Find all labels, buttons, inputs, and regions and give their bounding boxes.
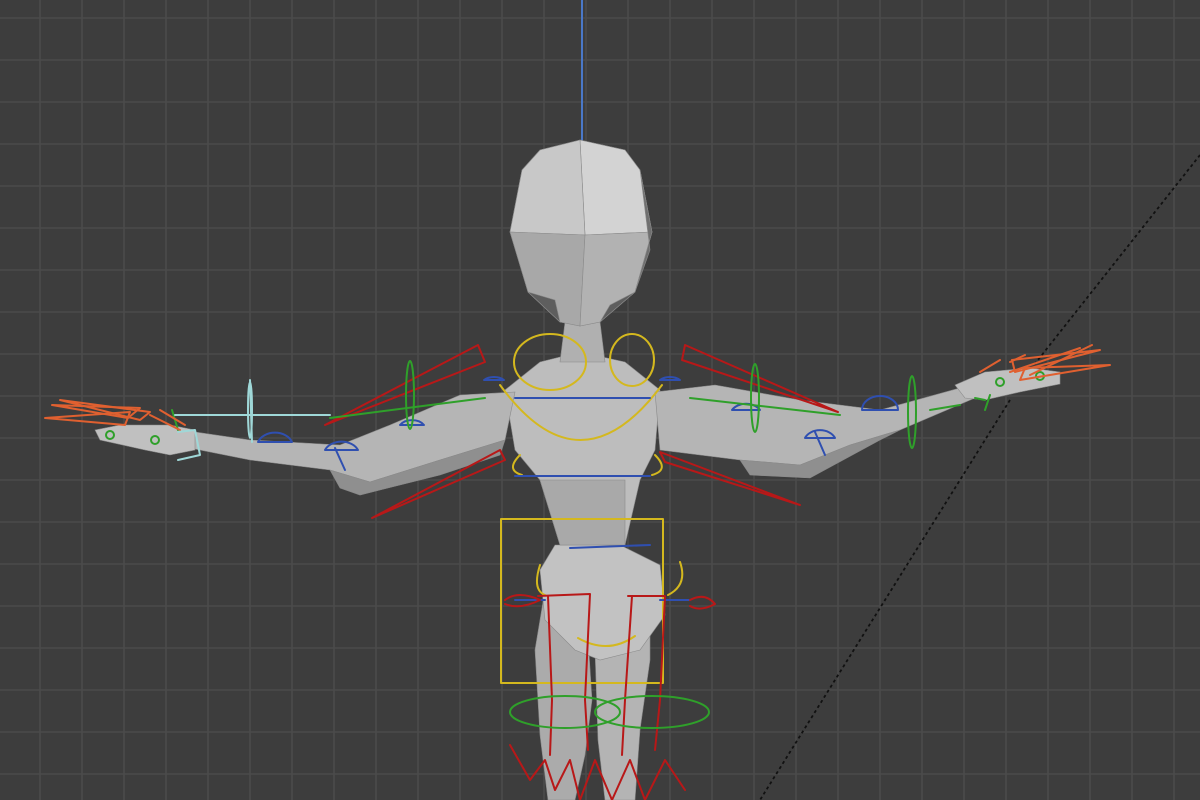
right-arm[interactable]: [654, 384, 976, 466]
head[interactable]: [509, 139, 653, 327]
viewport-canvas[interactable]: [0, 0, 1200, 800]
character-mesh[interactable]: [94, 139, 1061, 800]
foot-ik-controls[interactable]: [509, 744, 686, 800]
camera-frustum-line[interactable]: [759, 154, 1200, 800]
3d-viewport[interactable]: [0, 0, 1200, 800]
neck[interactable]: [559, 321, 606, 363]
